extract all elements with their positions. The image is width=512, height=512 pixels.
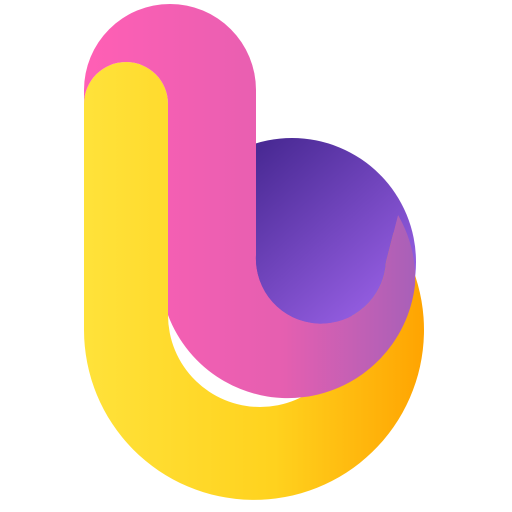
b-logo-icon bbox=[84, 4, 424, 500]
logo-canvas bbox=[0, 0, 512, 512]
